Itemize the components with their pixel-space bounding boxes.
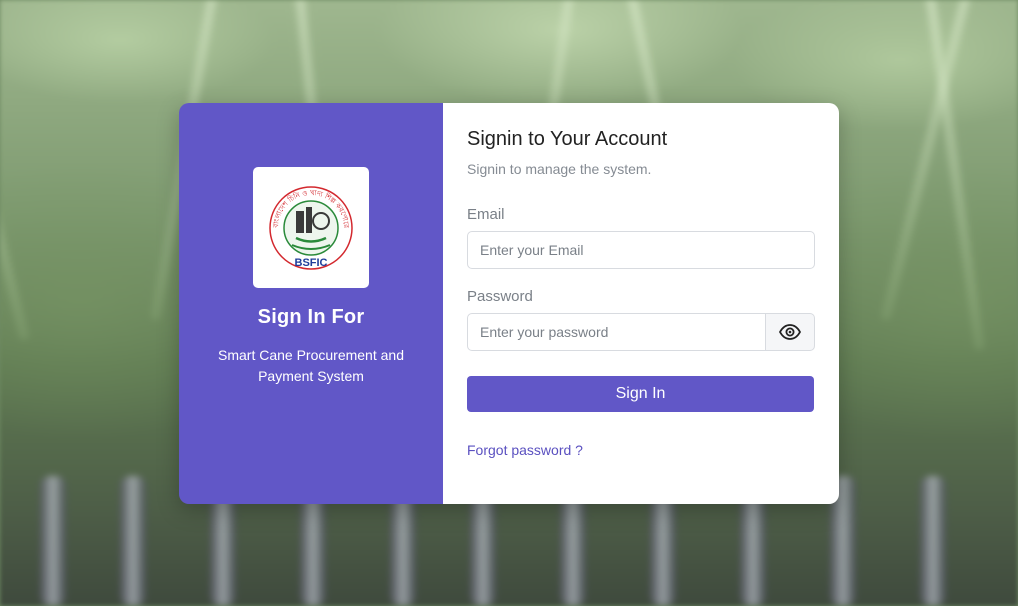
signin-form: Signin to Your Account Signin to manage …: [443, 103, 839, 504]
logo-container: বাংলাদেশ চিনি ও খাদ্য শিল্প করপোরেশন BSF…: [253, 167, 369, 288]
email-field[interactable]: [467, 231, 815, 269]
background-stalk: [40, 476, 66, 606]
logo-text: BSFIC: [295, 257, 328, 269]
background-stalk: [120, 476, 146, 606]
brand-panel: বাংলাদেশ চিনি ও খাদ্য শিল্প করপোরেশন BSF…: [179, 103, 443, 504]
password-field[interactable]: [467, 313, 766, 351]
bsfic-logo: বাংলাদেশ চিনি ও খাদ্য শিল্প করপোরেশন BSF…: [266, 183, 353, 270]
brand-title: Sign In For: [257, 306, 365, 328]
password-label: Password: [467, 288, 533, 305]
brand-subtitle: Smart Cane Procurement and Payment Syste…: [218, 347, 404, 384]
toggle-password-button[interactable]: [766, 313, 815, 351]
form-subtitle: Signin to manage the system.: [467, 161, 652, 177]
forgot-password-link[interactable]: Forgot password ?: [467, 442, 583, 458]
password-row: [467, 313, 815, 351]
form-title: Signin to Your Account: [467, 128, 668, 150]
background-leaf: [0, 0, 30, 342]
email-label: Email: [467, 206, 505, 223]
sign-in-button[interactable]: Sign In: [467, 376, 814, 412]
background-stalk: [920, 476, 946, 606]
signin-card: বাংলাদেশ চিনি ও খাদ্য শিল্প করপোরেশন BSF…: [179, 103, 839, 504]
eye-icon: [779, 324, 801, 340]
